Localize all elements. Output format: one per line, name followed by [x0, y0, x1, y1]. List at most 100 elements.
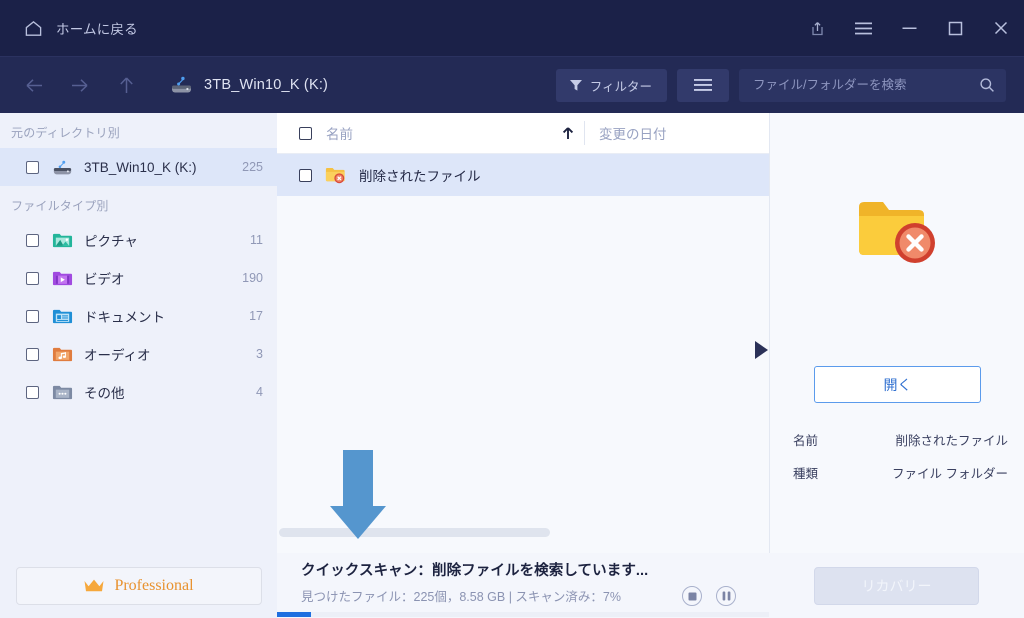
horizontal-scrollbar[interactable]: [278, 524, 768, 540]
scan-status-title: クイックスキャン：削除ファイルを検索しています...: [301, 559, 648, 580]
file-list-header: 名前 変更の日付: [277, 113, 769, 154]
sidebar-documents-count: 17: [249, 309, 263, 323]
arrow-up-icon: [118, 75, 135, 95]
filter-label: フィルター: [590, 76, 652, 95]
sidebar-item-videos[interactable]: ビデオ 190: [0, 259, 277, 297]
view-mode-button[interactable]: [677, 69, 729, 102]
select-all-checkbox[interactable]: [299, 127, 312, 140]
other-folder-icon: [52, 382, 73, 403]
arrow-left-icon: [24, 77, 44, 94]
audio-folder-icon: [52, 344, 73, 365]
scan-progress-bar: [277, 612, 769, 617]
breadcrumb[interactable]: 3TB_Win10_K (K:): [170, 75, 328, 95]
close-icon: [993, 20, 1009, 36]
search-box[interactable]: [739, 69, 1006, 102]
funnel-icon: [569, 78, 583, 92]
back-to-home-button[interactable]: ホームに戻る: [18, 10, 144, 46]
status-bar: クイックスキャン：削除ファイルを検索しています... 見つけたファイル：225個…: [277, 553, 769, 618]
preview-detail-type: 種類 ファイル フォルダー: [770, 463, 1024, 482]
sidebar-pictures-label: ピクチャ: [84, 230, 138, 250]
navigation-toolbar: 3TB_Win10_K (K:) フィルター: [0, 56, 1024, 113]
sidebar-videos-count: 190: [242, 271, 263, 285]
list-view-icon: [693, 78, 713, 92]
deleted-folder-icon-large: [855, 193, 941, 269]
menu-button[interactable]: [840, 0, 886, 56]
table-row[interactable]: 削除されたファイル: [277, 154, 769, 196]
sidebar-others-checkbox[interactable]: [26, 386, 39, 399]
minimize-button[interactable]: [886, 0, 932, 56]
sidebar-audio-count: 3: [256, 347, 263, 361]
preview-type-key: 種類: [770, 463, 880, 482]
deleted-folder-icon: [325, 164, 347, 186]
sidebar-item-others[interactable]: その他 4: [0, 373, 277, 411]
preview-panel: 開く 名前 削除されたファイル 種類 ファイル フォルダー: [769, 113, 1024, 553]
back-to-home-label: ホームに戻る: [56, 18, 138, 38]
recover-button-label: リカバリー: [862, 576, 932, 596]
row-checkbox[interactable]: [299, 169, 312, 182]
professional-upgrade-button[interactable]: Professional: [16, 567, 262, 605]
network-drive-icon: [170, 75, 193, 95]
arrow-right-icon: [70, 77, 90, 94]
triangle-right-icon[interactable]: [755, 341, 768, 359]
sidebar-audio-checkbox[interactable]: [26, 348, 39, 361]
maximize-icon: [948, 21, 963, 36]
preview-icon-wrap: [770, 193, 1024, 269]
stop-scan-button[interactable]: [682, 586, 702, 606]
sidebar-item-documents[interactable]: ドキュメント 17: [0, 297, 277, 335]
sidebar-audio-label: オーディオ: [84, 344, 151, 364]
sidebar-group-title-directory: 元のディレクトリ別: [0, 113, 277, 148]
filter-button[interactable]: フィルター: [556, 69, 667, 102]
sidebar-item-drive[interactable]: 3TB_Win10_K (K:) 225: [0, 148, 277, 186]
pause-circle-icon: [722, 591, 731, 601]
maximize-button[interactable]: [932, 0, 978, 56]
picture-folder-icon: [52, 230, 73, 251]
sidebar-documents-checkbox[interactable]: [26, 310, 39, 323]
professional-label: Professional: [114, 577, 193, 595]
row-file-name: 削除されたファイル: [359, 165, 481, 185]
search-input[interactable]: [753, 78, 979, 92]
sidebar-pictures-count: 11: [250, 233, 263, 247]
home-icon: [24, 19, 43, 38]
share-icon: [809, 20, 826, 37]
app-window: ホームに戻る: [0, 0, 1024, 618]
sidebar-videos-checkbox[interactable]: [26, 272, 39, 285]
sidebar-others-label: その他: [84, 382, 125, 402]
forward-button[interactable]: [60, 65, 100, 105]
recover-button[interactable]: リカバリー: [814, 567, 979, 605]
column-date-label: 変更の日付: [599, 123, 667, 143]
hamburger-menu-icon: [854, 21, 873, 36]
open-button-label: 開く: [884, 375, 912, 395]
sidebar-item-pictures[interactable]: ピクチャ 11: [0, 221, 277, 259]
preview-name-key: 名前: [770, 430, 880, 449]
search-icon[interactable]: [979, 77, 995, 93]
window-controls: [794, 0, 1024, 56]
sidebar-pictures-checkbox[interactable]: [26, 234, 39, 247]
preview-type-value: ファイル フォルダー: [880, 463, 1024, 482]
promo-area: Professional: [0, 553, 277, 618]
back-button[interactable]: [14, 65, 54, 105]
open-button[interactable]: 開く: [814, 366, 981, 403]
pause-scan-button[interactable]: [716, 586, 736, 606]
sidebar-documents-label: ドキュメント: [84, 306, 165, 326]
sidebar-item-audio[interactable]: オーディオ 3: [0, 335, 277, 373]
sidebar-videos-label: ビデオ: [84, 268, 125, 288]
sidebar-drive-label: 3TB_Win10_K (K:): [84, 160, 197, 175]
column-header-name[interactable]: 名前: [277, 123, 584, 143]
scan-progress-fill: [277, 612, 311, 617]
sidebar-drive-count: 225: [242, 160, 263, 174]
minimize-icon: [901, 22, 918, 34]
toolbar-actions: フィルター: [556, 69, 1006, 102]
share-button[interactable]: [794, 0, 840, 56]
file-list-panel: 名前 変更の日付 削除されたファイル: [277, 113, 769, 553]
preview-name-value: 削除されたファイル: [880, 430, 1024, 449]
close-button[interactable]: [978, 0, 1024, 56]
stop-circle-icon: [688, 592, 697, 601]
network-drive-icon: [52, 157, 73, 178]
arrow-up-icon[interactable]: [562, 126, 574, 140]
column-header-date[interactable]: 変更の日付: [584, 121, 667, 145]
horizontal-scrollbar-thumb[interactable]: [279, 528, 550, 537]
up-button[interactable]: [106, 65, 146, 105]
sidebar-drive-checkbox[interactable]: [26, 161, 39, 174]
column-name-label: 名前: [326, 123, 353, 143]
document-folder-icon: [52, 306, 73, 327]
